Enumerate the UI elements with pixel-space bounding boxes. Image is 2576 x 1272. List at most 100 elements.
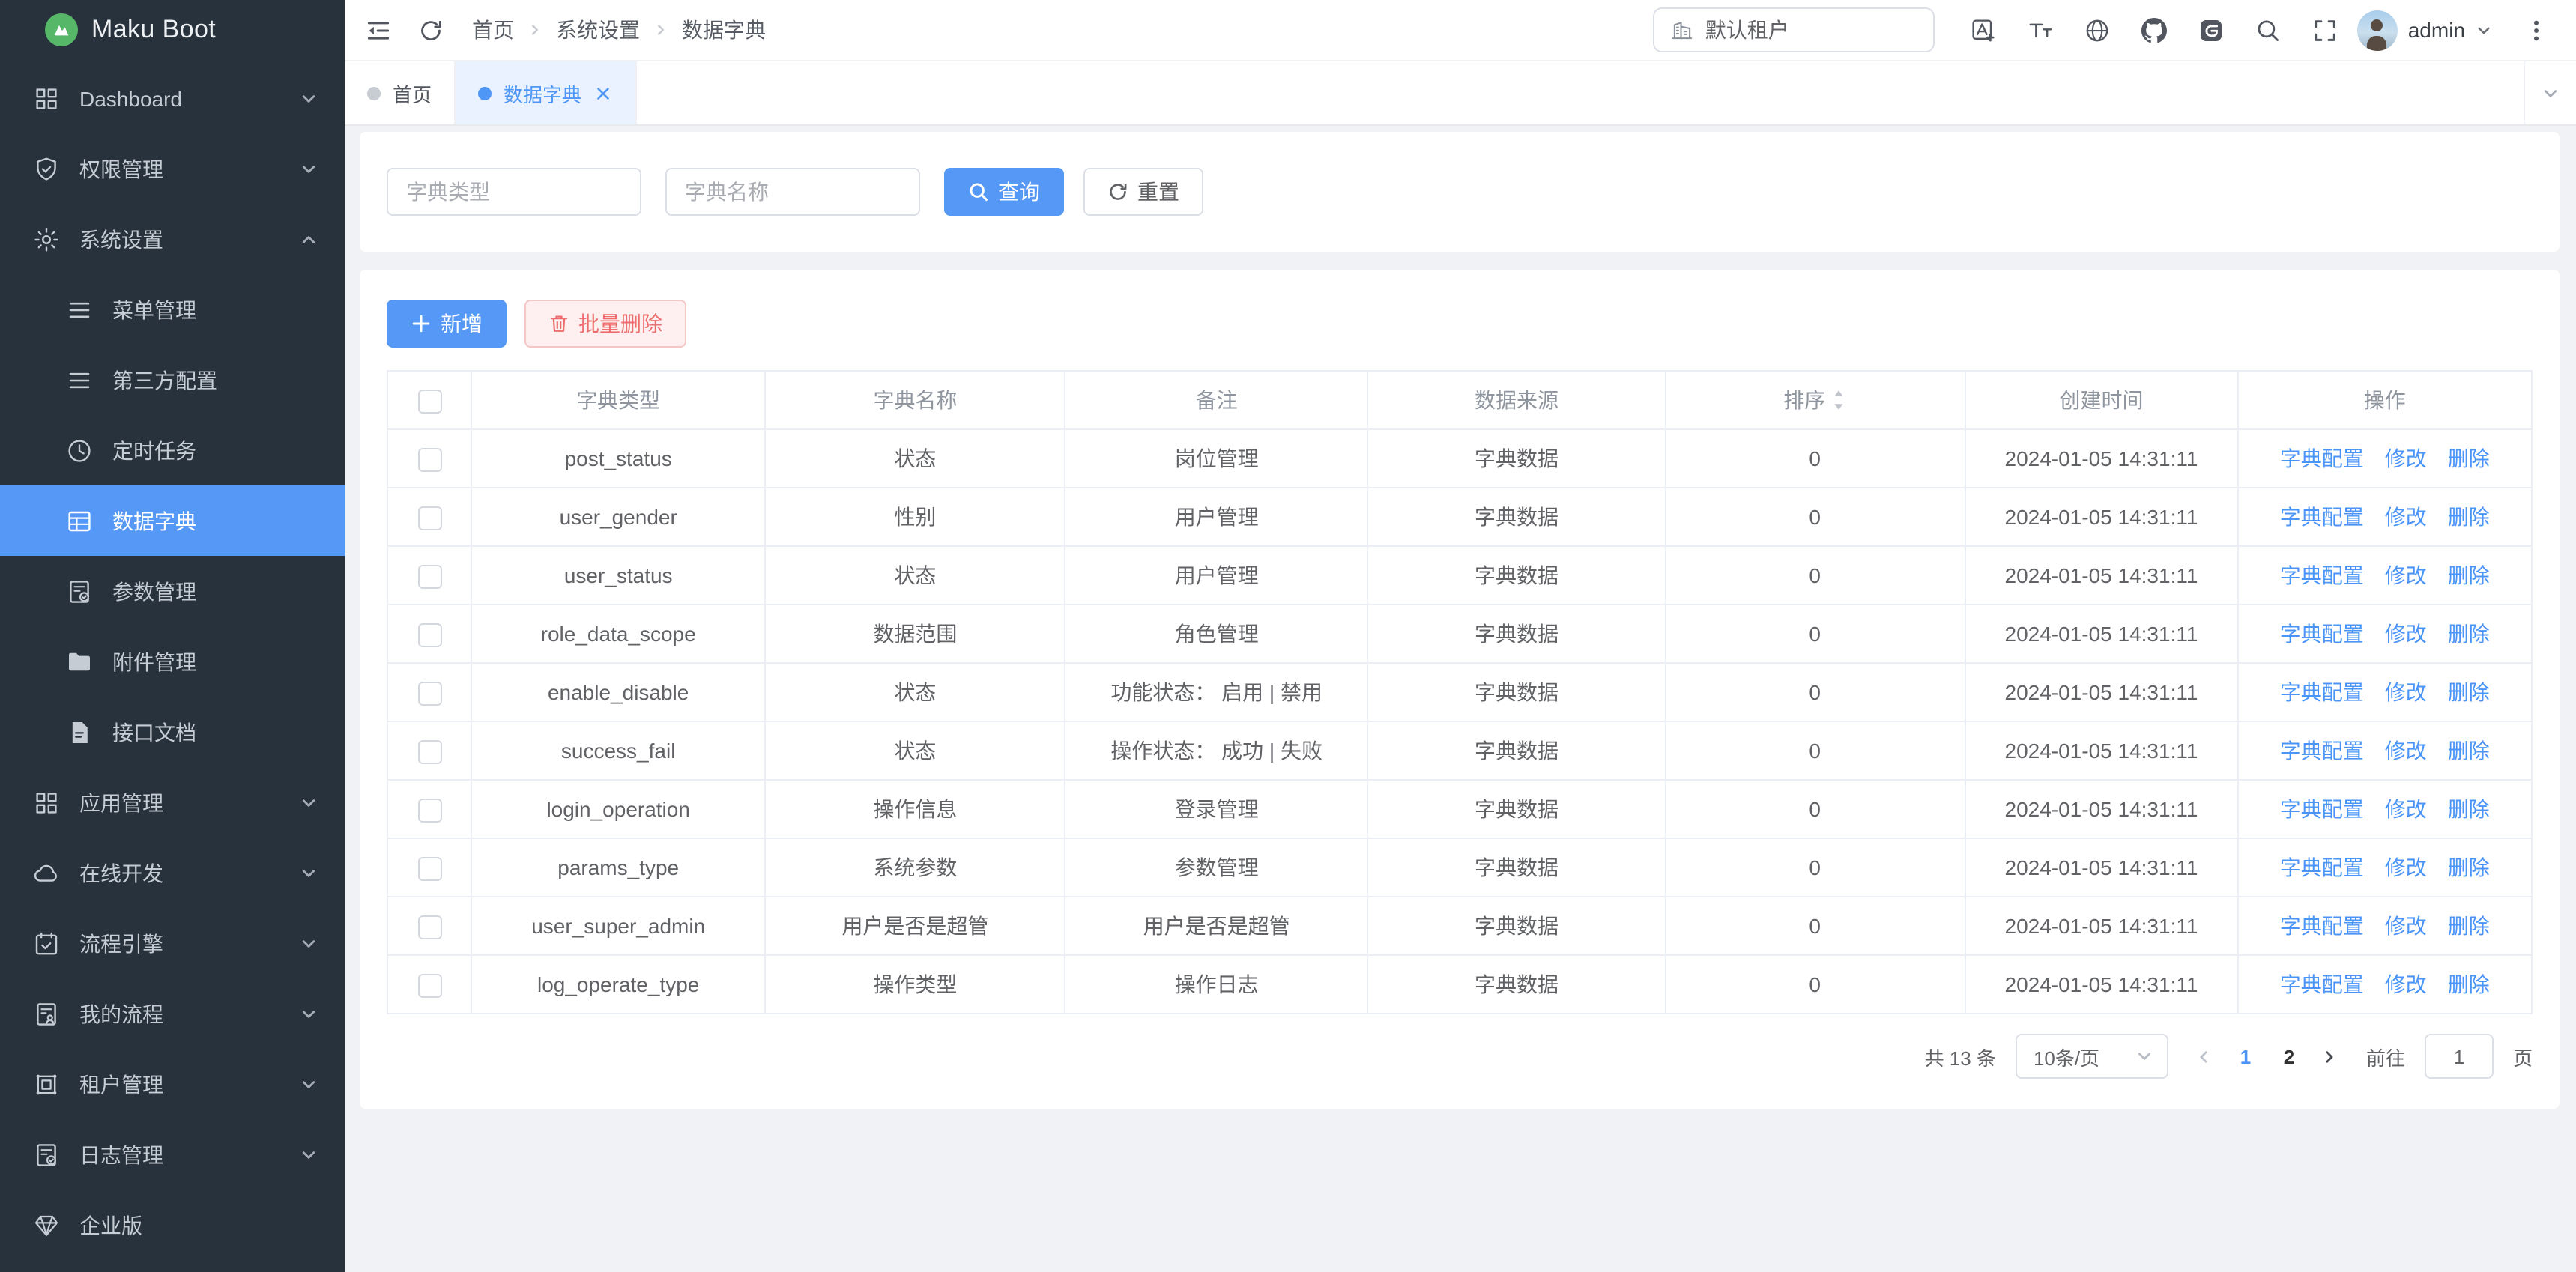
goto-label: 前往 (2366, 1042, 2405, 1070)
close-icon[interactable] (593, 83, 613, 103)
row-checkbox[interactable] (417, 506, 441, 530)
goto-page-input[interactable] (2425, 1034, 2494, 1079)
cell-dict-type: post_status (471, 429, 765, 488)
gitee-icon[interactable] (2198, 17, 2224, 43)
action-link[interactable]: 修改 (2385, 914, 2427, 938)
font-size-icon[interactable] (2028, 17, 2053, 43)
breadcrumb-item[interactable]: 数据字典 (682, 15, 766, 45)
page-number-2[interactable]: 2 (2270, 1045, 2308, 1067)
sidebar-item[interactable]: 菜单管理 (0, 274, 345, 345)
action-link[interactable]: 修改 (2385, 563, 2427, 587)
action-link[interactable]: 字典配置 (2280, 622, 2364, 646)
row-checkbox[interactable] (417, 973, 441, 997)
sidebar-item[interactable]: 租户管理 (0, 1049, 345, 1119)
app-logo[interactable]: Maku Boot (0, 0, 345, 60)
sidebar-item[interactable]: 参数管理 (0, 556, 345, 626)
action-link[interactable]: 字典配置 (2280, 680, 2364, 704)
sidebar-item[interactable]: 企业版 (0, 1190, 345, 1260)
row-checkbox[interactable] (417, 798, 441, 822)
action-link[interactable]: 修改 (2385, 505, 2427, 529)
action-link[interactable]: 修改 (2385, 797, 2427, 821)
sidebar-item[interactable]: 应用管理 (0, 767, 345, 838)
sidebar-item[interactable]: 日志管理 (0, 1119, 345, 1190)
action-link[interactable]: 删除 (2448, 972, 2490, 996)
translate-icon[interactable] (1971, 17, 1996, 43)
action-link[interactable]: 修改 (2385, 680, 2427, 704)
tab-item[interactable]: 首页 (345, 61, 456, 124)
user-menu[interactable]: admin (2357, 10, 2492, 50)
collapse-sidebar-icon[interactable] (364, 16, 393, 44)
action-link[interactable]: 修改 (2385, 739, 2427, 763)
row-select-cell (387, 663, 471, 721)
tab-active[interactable]: 数据字典 (456, 61, 637, 124)
app-title: Maku Boot (91, 15, 216, 45)
row-checkbox[interactable] (417, 623, 441, 646)
row-checkbox[interactable] (417, 681, 441, 705)
dict-name-input[interactable] (665, 168, 920, 216)
sidebar-item[interactable]: Dashboard (0, 63, 345, 133)
sidebar-item[interactable]: 流程引擎 (0, 908, 345, 978)
batch-delete-button[interactable]: 批量删除 (524, 300, 686, 348)
sidebar-item[interactable]: 第三方配置 (0, 345, 345, 415)
globe-icon[interactable] (2084, 17, 2110, 43)
sidebar-item[interactable]: 定时任务 (0, 415, 345, 485)
action-link[interactable]: 删除 (2448, 914, 2490, 938)
action-link[interactable]: 字典配置 (2280, 505, 2364, 529)
tab-overflow-button[interactable] (2524, 61, 2576, 124)
action-link[interactable]: 字典配置 (2280, 855, 2364, 879)
sort-caret-icon[interactable] (1831, 388, 1846, 412)
next-page-button[interactable] (2314, 1035, 2347, 1077)
refresh-icon[interactable] (418, 17, 444, 43)
reset-button[interactable]: 重置 (1083, 168, 1203, 216)
page-number-1[interactable]: 1 (2227, 1045, 2264, 1067)
action-link[interactable]: 字典配置 (2280, 797, 2364, 821)
row-checkbox[interactable] (417, 564, 441, 588)
sidebar-item-label: 我的流程 (79, 999, 300, 1029)
action-link[interactable]: 修改 (2385, 446, 2427, 470)
sidebar-item[interactable]: 接口文档 (0, 697, 345, 767)
action-link[interactable]: 删除 (2448, 505, 2490, 529)
add-button[interactable]: 新增 (387, 300, 507, 348)
action-link[interactable]: 修改 (2385, 622, 2427, 646)
row-checkbox[interactable] (417, 739, 441, 763)
sidebar-item[interactable]: 数据字典 (0, 485, 345, 556)
prev-page-button[interactable] (2188, 1035, 2221, 1077)
search-button[interactable]: 查询 (944, 168, 1064, 216)
sidebar-item[interactable]: 系统设置 (0, 204, 345, 274)
action-link[interactable]: 字典配置 (2280, 739, 2364, 763)
avatar[interactable] (2357, 10, 2398, 50)
row-checkbox[interactable] (417, 915, 441, 939)
action-link[interactable]: 删除 (2448, 855, 2490, 879)
refresh-icon (1107, 181, 1128, 202)
chevron-down-icon (300, 160, 318, 178)
search-icon[interactable] (2255, 17, 2281, 43)
row-checkbox[interactable] (417, 856, 441, 880)
action-link[interactable]: 字典配置 (2280, 446, 2364, 470)
fullscreen-icon[interactable] (2312, 17, 2338, 43)
more-vertical-icon[interactable] (2524, 17, 2549, 43)
row-checkbox[interactable] (417, 447, 441, 471)
action-link[interactable]: 字典配置 (2280, 563, 2364, 587)
sidebar-item[interactable]: 权限管理 (0, 133, 345, 204)
page-size-select[interactable]: 10条/页 (2016, 1034, 2168, 1079)
action-link[interactable]: 删除 (2448, 680, 2490, 704)
breadcrumb-item[interactable]: 系统设置 (556, 15, 640, 45)
sidebar-item[interactable]: 附件管理 (0, 626, 345, 697)
action-link[interactable]: 删除 (2448, 446, 2490, 470)
github-icon[interactable] (2141, 17, 2167, 43)
action-link[interactable]: 删除 (2448, 622, 2490, 646)
breadcrumb-item[interactable]: 首页 (472, 15, 514, 45)
action-link[interactable]: 删除 (2448, 739, 2490, 763)
action-link[interactable]: 修改 (2385, 972, 2427, 996)
sidebar-item[interactable]: 我的流程 (0, 978, 345, 1049)
select-all-checkbox[interactable] (417, 389, 441, 413)
action-link[interactable]: 删除 (2448, 563, 2490, 587)
action-link[interactable]: 字典配置 (2280, 914, 2364, 938)
action-link[interactable]: 删除 (2448, 797, 2490, 821)
sidebar-item[interactable]: 在线开发 (0, 838, 345, 908)
action-link[interactable]: 修改 (2385, 855, 2427, 879)
tenant-select[interactable]: 默认租户 (1653, 7, 1935, 52)
action-link[interactable]: 字典配置 (2280, 972, 2364, 996)
col-sort[interactable]: 排序 (1665, 371, 1965, 429)
dict-type-input[interactable] (387, 168, 641, 216)
